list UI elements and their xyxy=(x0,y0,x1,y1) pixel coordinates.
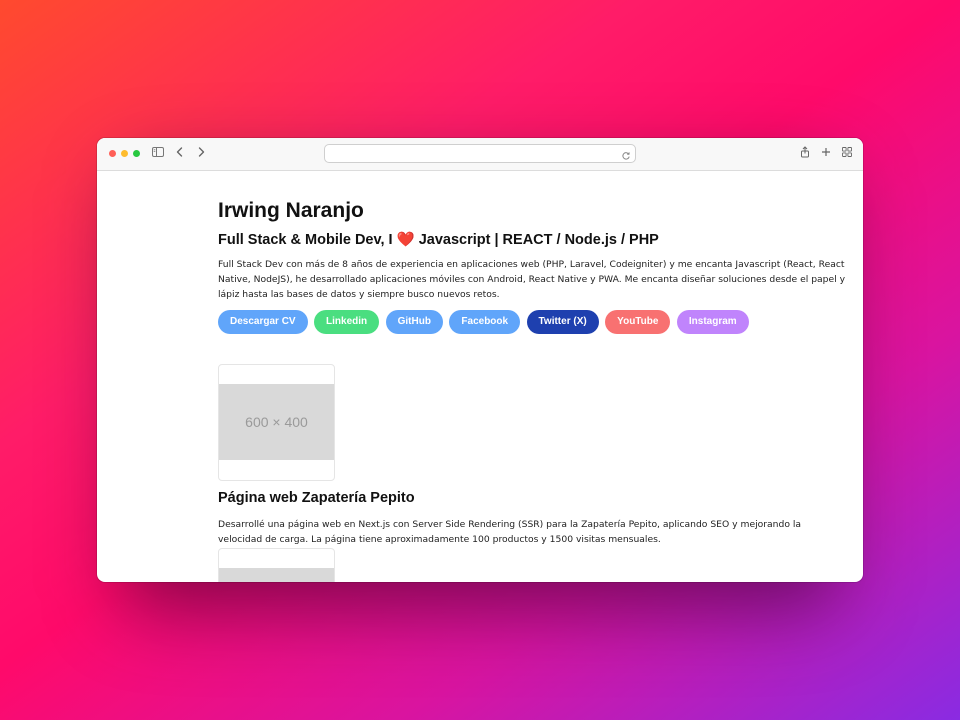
reload-icon[interactable] xyxy=(621,148,631,160)
close-window-button[interactable] xyxy=(109,150,116,157)
twitter-button[interactable]: Twitter (X) xyxy=(526,310,599,334)
profile-bio: Full Stack Dev con más de 8 años de expe… xyxy=(218,259,846,300)
browser-toolbar xyxy=(97,138,863,171)
profile-name: Irwing Naranjo xyxy=(218,199,364,222)
minimize-window-button[interactable] xyxy=(121,150,128,157)
youtube-button[interactable]: YouTube xyxy=(605,310,671,334)
address-bar[interactable] xyxy=(324,144,636,163)
project-image[interactable]: 600 × 400 xyxy=(218,364,335,481)
project-card: 600 × 400 Página web Zapatería Pepito De… xyxy=(218,364,846,582)
forward-icon[interactable] xyxy=(195,146,209,160)
back-icon[interactable] xyxy=(174,146,188,160)
project-title: Página web Zapatería Pepito xyxy=(218,490,415,506)
social-buttons: Descargar CV Linkedin GitHub Facebook Tw… xyxy=(218,310,846,334)
heart-icon: ❤️ xyxy=(396,232,415,248)
role-suffix: Javascript | REACT / Node.js / PHP xyxy=(414,232,659,248)
tab-overview-icon[interactable] xyxy=(841,146,855,160)
share-icon[interactable] xyxy=(799,146,813,160)
profile-role: Full Stack & Mobile Dev, I ❤️ Javascript… xyxy=(218,231,846,249)
role-prefix: Full Stack & Mobile Dev, I xyxy=(218,232,397,248)
github-button[interactable]: GitHub xyxy=(385,310,443,334)
instagram-button[interactable]: Instagram xyxy=(676,310,749,334)
new-tab-icon[interactable] xyxy=(820,146,834,160)
next-project-image[interactable] xyxy=(218,548,335,582)
linkedin-button[interactable]: Linkedin xyxy=(314,310,380,334)
zoom-window-button[interactable] xyxy=(133,150,140,157)
next-image-placeholder xyxy=(219,568,334,582)
facebook-button[interactable]: Facebook xyxy=(449,310,521,334)
browser-window: Irwing Naranjo Full Stack & Mobile Dev, … xyxy=(97,138,863,582)
page-content: Irwing Naranjo Full Stack & Mobile Dev, … xyxy=(218,170,846,582)
image-placeholder-label: 600 × 400 xyxy=(219,384,334,460)
project-description: Desarrollé una página web en Next.js con… xyxy=(218,519,802,545)
sidebar-icon[interactable] xyxy=(152,146,166,160)
download-cv-button[interactable]: Descargar CV xyxy=(218,310,308,334)
